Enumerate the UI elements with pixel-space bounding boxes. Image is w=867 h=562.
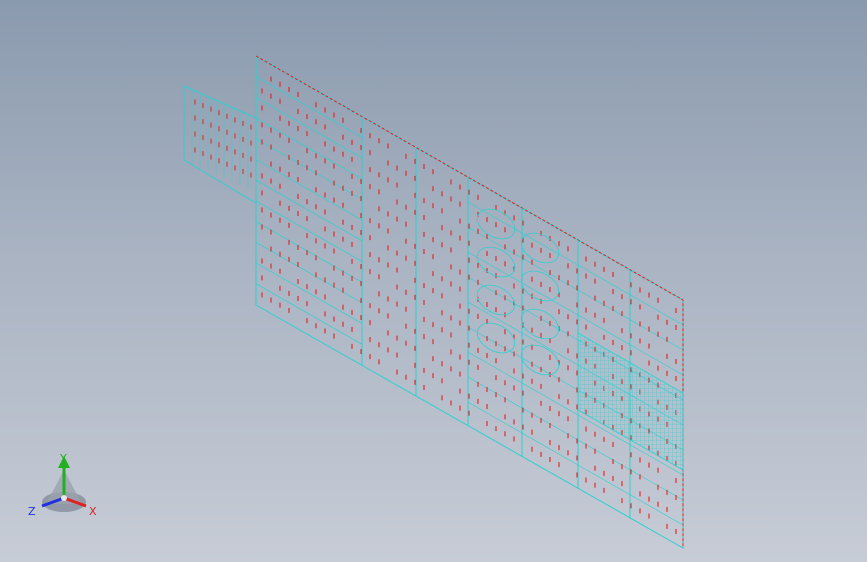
- axis-triad: Y X Z: [28, 452, 97, 518]
- z-axis-label: Z: [28, 505, 36, 518]
- graphics-viewport[interactable]: [0, 0, 867, 562]
- main-panel-part[interactable]: [255, 55, 684, 549]
- x-axis-label: X: [89, 505, 97, 518]
- side-panel-part[interactable]: [183, 85, 257, 204]
- y-axis-label: Y: [59, 452, 67, 465]
